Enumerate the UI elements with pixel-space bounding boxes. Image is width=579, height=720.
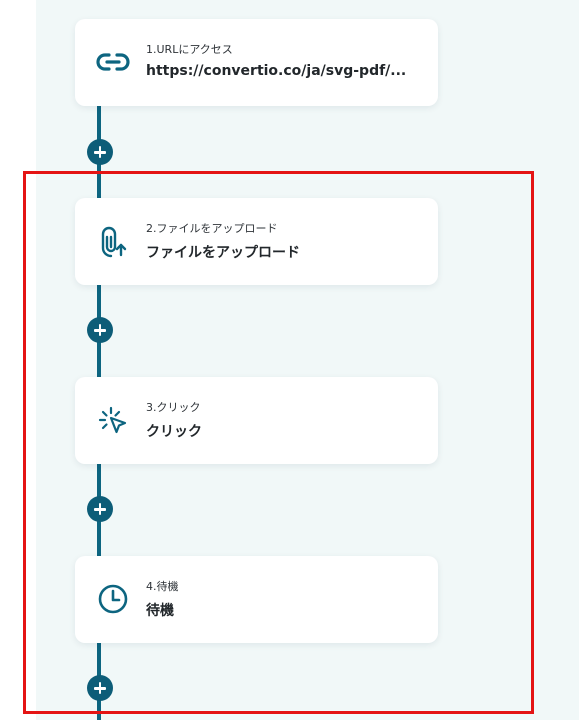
paperclip-upload-icon [95,223,131,259]
flow-step-card-wait[interactable]: 4.待機 待機 [75,556,438,643]
clock-icon [95,581,131,617]
flow-step-card-file-upload[interactable]: 2.ファイルをアップロード ファイルをアップロード [75,198,438,285]
add-step-button[interactable] [87,496,113,522]
flow-step-card-click[interactable]: 3.クリック クリック [75,377,438,464]
step-label: 2.ファイルをアップロード [146,222,278,235]
step-title: 待機 [146,603,174,619]
step-label: 3.クリック [146,401,201,414]
step-title: ファイルをアップロード [146,245,300,261]
add-step-button[interactable] [87,139,113,165]
flow-step-card-url-access[interactable]: 1.URLにアクセス https://convertio.co/ja/svg-p… [75,19,438,106]
link-icon [95,44,131,80]
step-label: 1.URLにアクセス [146,43,233,56]
add-step-button[interactable] [87,317,113,343]
step-title: クリック [146,424,202,440]
cursor-click-icon [95,402,131,438]
step-title: https://convertio.co/ja/svg-pdf/... [146,63,407,79]
add-step-button[interactable] [87,675,113,701]
step-label: 4.待機 [146,580,179,593]
